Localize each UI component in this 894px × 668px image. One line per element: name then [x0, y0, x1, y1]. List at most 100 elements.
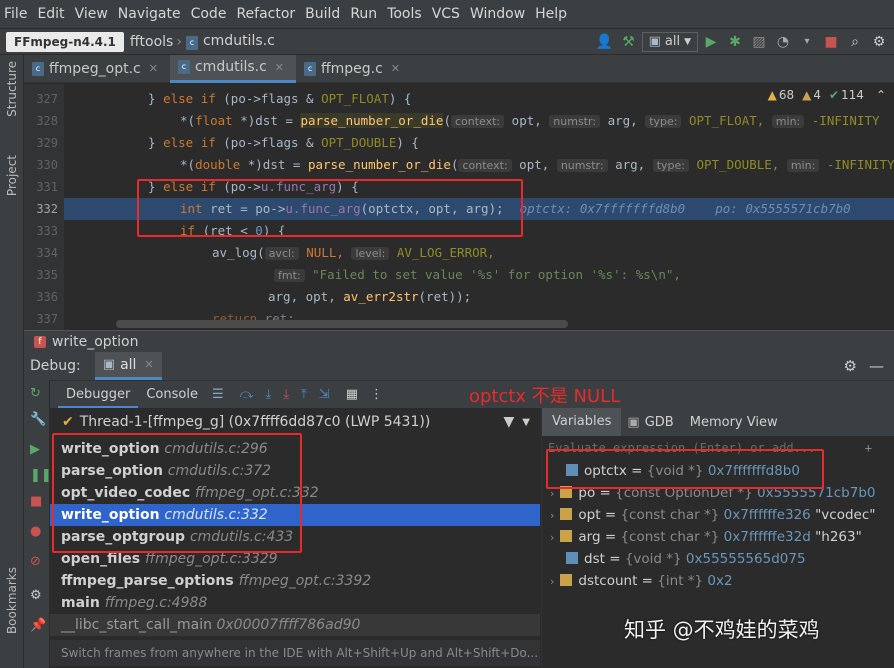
chevron-up-icon[interactable]: ⌃ [876, 88, 886, 102]
thread-selector[interactable]: ✔ Thread-1-[ffmpeg_g] (0x7ffff6dd87c0 (L… [50, 408, 540, 436]
breadcrumb-fftools[interactable]: fftools [130, 34, 173, 50]
frames-panel: ✔ Thread-1-[ffmpeg_g] (0x7ffff6dd87c0 (L… [50, 408, 540, 668]
settings-gear-icon[interactable]: ⚙ [868, 31, 890, 53]
profiler-icon[interactable]: ◔ [772, 31, 794, 53]
debug-session-tab[interactable]: ▣ all ✕ [94, 352, 162, 380]
stop-icon[interactable]: ■ [820, 31, 842, 53]
breadcrumb-file[interactable]: c cmdutils.c [185, 33, 275, 50]
evaluate-table-icon[interactable]: ▦ [346, 387, 358, 402]
variable-row[interactable]: › opt = {const char *} 0x7ffffffe326 "vco… [550, 504, 894, 526]
menu-build[interactable]: Build [305, 6, 340, 22]
variable-row[interactable]: optctx = {void *} 0x7fffffffd8b0 [550, 460, 894, 482]
structure-tool-tab[interactable]: Structure [5, 61, 19, 117]
stack-frame-selected[interactable]: write_option cmdutils.c:332 [50, 504, 540, 526]
stack-frame[interactable]: opt_video_codec ffmpeg_opt.c:332 [50, 482, 540, 504]
typo-icon: ✔ [828, 88, 840, 102]
wrench-icon[interactable]: 🔧 [30, 412, 46, 427]
project-tool-tab[interactable]: Project [5, 155, 19, 196]
variable-row[interactable]: › arg = {const char *} 0x7ffffffe32d "h26… [550, 526, 894, 548]
mute-breakpoints-icon[interactable]: ⊘ [30, 554, 41, 569]
stack-frame-library[interactable]: __libc_start_call_main 0x00007ffff786ad9… [50, 614, 540, 636]
add-watch-icon[interactable]: + [865, 441, 872, 455]
inspection-widget[interactable]: ▲ 68 ▲ 4 ✔ 114 ⌃ [768, 88, 886, 102]
close-icon[interactable]: ✕ [391, 62, 400, 75]
step-over-icon[interactable]: ⤼ [240, 387, 254, 402]
user-icon[interactable]: 👤 [594, 31, 616, 53]
tab-gdb[interactable]: GDB [640, 415, 682, 430]
horizontal-scrollbar[interactable] [116, 320, 568, 328]
menu-tools[interactable]: Tools [387, 6, 422, 22]
stack-frame[interactable]: main ffmpeg.c:4988 [50, 592, 540, 614]
pin-icon[interactable]: 📌 [30, 618, 46, 633]
menu-edit[interactable]: Edit [37, 6, 64, 22]
menu-vcs[interactable]: VCS [432, 6, 460, 22]
more-options-icon[interactable]: ⋮ [370, 387, 383, 402]
code-line-328: *(float *)dst = parse_number_or_die(cont… [180, 113, 880, 128]
build-hammer-icon[interactable]: ⚒ [618, 31, 640, 53]
chevron-right-icon[interactable]: › [550, 509, 554, 522]
code-editor[interactable]: ▲ 68 ▲ 4 ✔ 114 ⌃ } else if (po->flags & OPT… [64, 84, 894, 330]
annotation-optctx-not-null: optctx 不是 NULL [468, 385, 621, 407]
stop-icon[interactable]: ■ [30, 494, 42, 509]
weak-warning-icon: ▲ [802, 88, 812, 102]
stack-frame[interactable]: open_files ffmpeg_opt.c:3329 [50, 548, 540, 570]
current-function-name[interactable]: write_option [52, 334, 138, 350]
filter-icon[interactable]: ▼ [504, 414, 515, 430]
variable-row[interactable]: › dstcount = {int *} 0x2 [550, 570, 894, 592]
chevron-right-icon[interactable]: › [550, 487, 554, 500]
project-name[interactable]: FFmpeg-n4.4.1 [6, 31, 124, 52]
debug-bug-icon[interactable]: ✱ [724, 31, 746, 53]
warnings-count: 68 [778, 88, 795, 102]
menu-refactor[interactable]: Refactor [236, 6, 295, 22]
run-icon[interactable]: ▶ [700, 31, 722, 53]
step-into-icon[interactable]: ⤓ [266, 387, 272, 402]
line-number: 335 [36, 268, 58, 282]
menu-file[interactable]: File [4, 6, 27, 22]
tab-cmdutils[interactable]: c cmdutils.c ✕ [169, 54, 297, 83]
stack-frame[interactable]: write_option cmdutils.c:296 [50, 438, 540, 460]
pause-icon[interactable]: ❚❚ [30, 468, 52, 483]
search-icon[interactable]: ⌕ [844, 31, 866, 53]
close-icon[interactable]: ✕ [275, 61, 284, 74]
tab-ffmpeg[interactable]: c ffmpeg.c ✕ [296, 55, 412, 83]
close-icon[interactable]: ✕ [144, 358, 153, 371]
code-line-335: fmt: "Failed to set value '%s' for optio… [274, 264, 681, 286]
stack-frame[interactable]: parse_optgroup cmdutils.c:433 [50, 526, 540, 548]
c-file-icon: c [177, 60, 190, 74]
menu-view[interactable]: View [75, 6, 108, 22]
code-line-332: int ret = po->u.func_arg(optctx, opt, ar… [180, 201, 851, 216]
tab-console[interactable]: Console [138, 387, 206, 402]
run-config-select[interactable]: ▣ all ▼ [641, 31, 698, 52]
stack-frame[interactable]: parse_option cmdutils.c:372 [50, 460, 540, 482]
variable-row[interactable]: › po = {const OptionDef *} 0x5555571cb7b0 [550, 482, 894, 504]
tab-ffmpeg-opt[interactable]: c ffmpeg_opt.c ✕ [24, 55, 170, 83]
tab-memory-view[interactable]: Memory View [682, 415, 786, 430]
menu-run[interactable]: Run [350, 6, 377, 22]
evaluate-expression-input[interactable]: Evaluate expression (Enter) or add... + [542, 436, 894, 460]
stack-frame[interactable]: ffmpeg_parse_options ffmpeg_opt.c:3392 [50, 570, 540, 592]
menu-navigate[interactable]: Navigate [118, 6, 181, 22]
menu-lines-icon[interactable]: ☰ [212, 387, 224, 402]
breakpoints-icon[interactable]: ● [30, 524, 41, 539]
step-out-icon[interactable]: ⤒ [301, 387, 307, 402]
rerun-icon[interactable]: ↻ [30, 386, 41, 401]
settings-gear-icon[interactable]: ⚙ [844, 357, 857, 375]
run-to-cursor-icon[interactable]: ⇲ [319, 387, 330, 402]
tab-debugger[interactable]: Debugger [58, 381, 139, 409]
chevron-down-icon[interactable]: ▼ [522, 417, 530, 428]
settings-gear-icon[interactable]: ⚙ [30, 588, 42, 603]
close-icon[interactable]: ✕ [149, 62, 158, 75]
resume-icon[interactable]: ▶ [30, 442, 40, 457]
bookmarks-tool-tab[interactable]: Bookmarks [5, 567, 19, 634]
chevron-right-icon[interactable]: › [550, 575, 554, 588]
menu-code[interactable]: Code [191, 6, 227, 22]
tab-variables[interactable]: Variables [542, 408, 622, 436]
hide-panel-icon[interactable]: — [869, 357, 884, 375]
more-run-options-icon[interactable]: ▾ [796, 31, 818, 53]
chevron-right-icon[interactable]: › [550, 531, 554, 544]
force-step-into-icon[interactable]: ⤓ [283, 387, 289, 402]
menu-window[interactable]: Window [470, 6, 525, 22]
variable-row[interactable]: dst = {void *} 0x55555565d075 [550, 548, 894, 570]
coverage-icon[interactable]: ▨ [748, 31, 770, 53]
menu-help[interactable]: Help [535, 6, 567, 22]
